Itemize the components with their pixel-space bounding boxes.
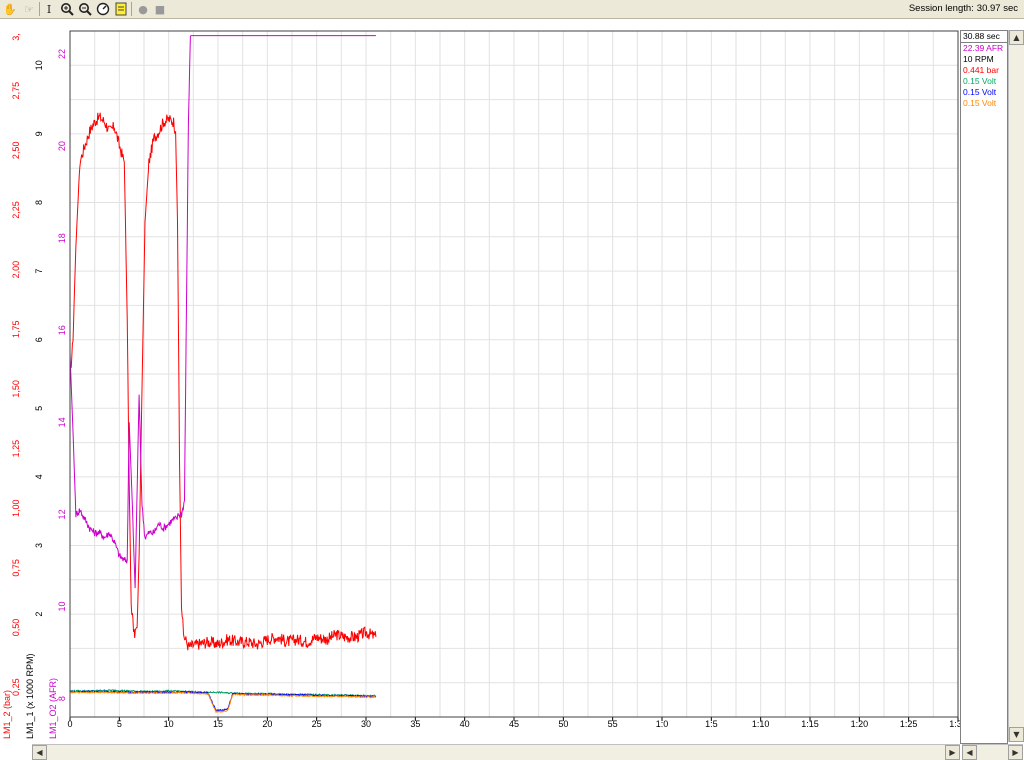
readout-value-2: 0.441 bar: [963, 65, 999, 75]
y-axes: 0,25 0,50 0,75 1,00 1,25 1,50 1,75 2,00 2,25 2,50…: [2, 33, 67, 739]
text-cursor-icon[interactable]: I: [41, 1, 57, 17]
y-tick-label: 10: [57, 601, 67, 611]
y-tick-label: 1,25: [11, 440, 21, 458]
x-axis: 0 5 10 15 20 25 30 35 40 45 50 55 1:0 1:5 1:10 1:15 1:20…: [67, 717, 967, 729]
y-tick-label: 1,50: [11, 380, 21, 398]
y-tick-label: 8: [57, 696, 67, 701]
readout-value-3: 0.15 Volt: [963, 76, 997, 86]
x-tick-label: 5: [117, 719, 122, 729]
y-tick-label: 3: [34, 543, 44, 548]
horizontal-scrollbar[interactable]: ◀ ▶: [32, 744, 960, 760]
x-tick-label: 1:5: [705, 719, 718, 729]
x-tick-label: 20: [262, 719, 272, 729]
y-tick-label: 9: [34, 131, 44, 136]
y-tick-label: 2,00: [11, 261, 21, 279]
x-tick-label: 40: [460, 719, 470, 729]
y-tick-label: 20: [57, 141, 67, 151]
session-length-label: Session length:: [908, 3, 974, 14]
y-tick-label: 12: [57, 509, 67, 519]
y-tick-label: 2,50: [11, 142, 21, 160]
y-tick-label: 0,25: [11, 678, 21, 696]
toolbar-divider: [131, 2, 132, 16]
y-tick-label: 0,75: [11, 559, 21, 577]
readout-scroll-right-icon[interactable]: ▶: [1008, 745, 1023, 760]
chart[interactable]: 0,25 0,50 0,75 1,00 1,25 1,50 1,75 2,00 2,25 2,50…: [0, 19, 1024, 741]
x-tick-label: 15: [213, 719, 223, 729]
readout-scroll-left-icon[interactable]: ◀: [962, 745, 977, 760]
y-tick-label: 3,: [11, 33, 21, 41]
y-tick-label: 18: [57, 233, 67, 243]
vertical-scrollbar[interactable]: ▲ ▼: [1008, 30, 1024, 742]
zoom-in-icon[interactable]: [59, 1, 75, 17]
y-tick-label: 0,50: [11, 619, 21, 637]
y-tick-label: 2,75: [11, 82, 21, 100]
hand-icon[interactable]: ✋: [2, 1, 18, 17]
y-tick-label: 10: [34, 60, 44, 70]
y-axis-label: LM1_O2 (AFR): [48, 678, 58, 739]
y-tick-label: 4: [34, 474, 44, 479]
y-tick-label: 1,00: [11, 499, 21, 517]
y-tick-label: 7: [34, 269, 44, 274]
y-tick-label: 2,25: [11, 201, 21, 219]
readout-scrollbar[interactable]: ◀ ▶: [962, 744, 1023, 760]
readout-value-4: 0.15 Volt: [963, 87, 997, 97]
y-tick-label: 5: [34, 406, 44, 411]
x-tick-label: 1:20: [851, 719, 869, 729]
readout-value-1: 10 RPM: [963, 54, 994, 64]
x-tick-label: 1:25: [900, 719, 918, 729]
y-tick-label: 14: [57, 417, 67, 427]
session-length: Session length: 30.97 sec: [906, 3, 1018, 14]
scroll-left-icon[interactable]: ◀: [32, 745, 47, 760]
x-tick-label: 30: [361, 719, 371, 729]
readout-value-0: 22.39 AFR: [963, 43, 1004, 53]
x-tick-label: 10: [164, 719, 174, 729]
x-tick-label: 35: [410, 719, 420, 729]
x-tick-label: 0: [67, 719, 72, 729]
y-axis-label: LM1_2 (bar): [2, 690, 12, 739]
zoom-reset-icon[interactable]: [95, 1, 111, 17]
toolbar: ✋ ☞ I ● ■ Session length: 30.97 sec: [0, 0, 1024, 19]
y-tick-label: 6: [34, 337, 44, 342]
zoom-out-icon[interactable]: [77, 1, 93, 17]
scroll-up-icon[interactable]: ▲: [1009, 30, 1024, 45]
scroll-down-icon[interactable]: ▼: [1009, 727, 1024, 742]
session-length-value: 30.97 sec: [976, 3, 1018, 14]
readout-value-5: 0.15 Volt: [963, 98, 997, 108]
notepad-icon[interactable]: [113, 1, 129, 17]
y-tick-label: 16: [57, 325, 67, 335]
stop-icon[interactable]: ■: [152, 1, 168, 17]
y-tick-label: 2: [34, 612, 44, 617]
readout-lines: 22.39 AFR 10 RPM 0.441 bar 0.15 Volt 0.15 Vo…: [961, 43, 1007, 109]
y-axis-label: LM1_1 (x 1000 RPM): [25, 653, 35, 739]
x-tick-label: 55: [608, 719, 618, 729]
y-tick-label: 1,75: [11, 320, 21, 338]
readout-time: 30.88 sec: [961, 31, 1007, 43]
x-tick-label: 1:15: [801, 719, 819, 729]
x-tick-label: 1:10: [752, 719, 770, 729]
grid: [69, 30, 959, 717]
x-tick-label: 1:0: [656, 719, 669, 729]
x-tick-label: 25: [312, 719, 322, 729]
x-tick-label: 45: [509, 719, 519, 729]
scroll-right-icon[interactable]: ▶: [945, 745, 960, 760]
record-icon[interactable]: ●: [135, 1, 151, 17]
value-readout: 30.88 sec 22.39 AFR 10 RPM 0.441 bar 0.15 V…: [960, 30, 1008, 744]
select-hand-icon[interactable]: ☞: [21, 1, 37, 17]
toolbar-divider: [39, 2, 40, 16]
y-tick-label: 22: [57, 49, 67, 59]
y-tick-label: 8: [34, 200, 44, 205]
x-tick-label: 50: [558, 719, 568, 729]
